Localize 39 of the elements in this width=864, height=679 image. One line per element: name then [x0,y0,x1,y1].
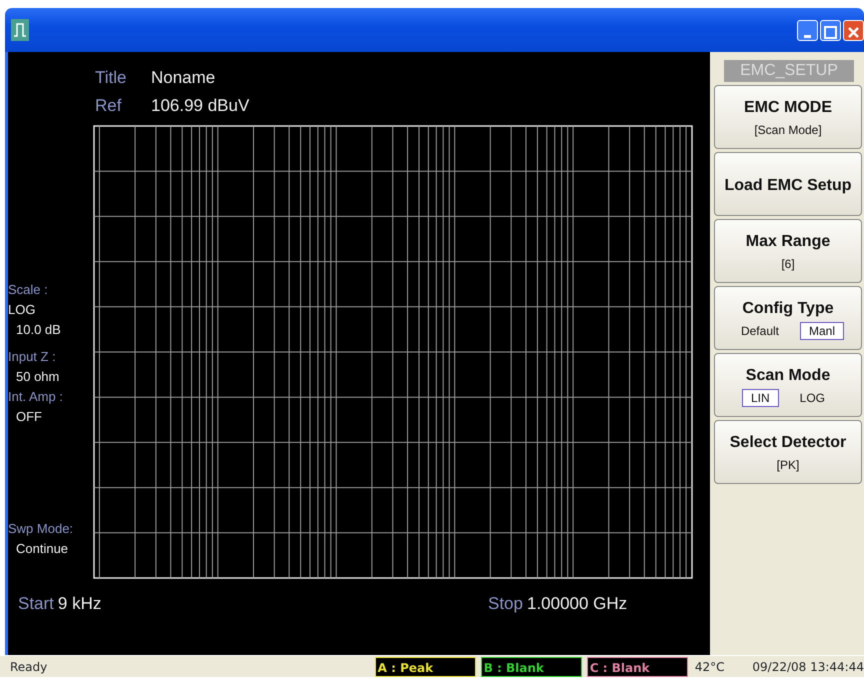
trace-status: C : Blank [586,656,688,676]
param-value: 50 ohm [15,368,60,386]
softkey-button[interactable]: Max Range [6] [714,219,862,283]
field-label: Title [95,67,128,89]
softkey-button[interactable]: Scan Mode LIN LOG [714,353,862,417]
param-label: Swp Mode: [8,520,74,538]
temperature-text: 42°C [694,658,726,676]
option-label: Default [740,323,780,340]
param-value: 10.0 dB [15,321,61,339]
field-label: Ref [95,95,122,117]
close-button[interactable] [843,20,864,40]
option-label: Manl [800,322,844,340]
maximize-button[interactable] [820,20,841,40]
param-label: Scale : [8,281,49,299]
softkey-button[interactable]: Select Detector [PK] [714,420,862,484]
datetime-text: 09/22/08 13:44:44 [752,658,864,676]
option-label: LOG [798,390,826,407]
param-label: Int. Amp : [8,388,64,406]
trace-status: B : Blank [480,656,582,676]
status-message: Ready [9,658,48,676]
minimize-icon [804,34,811,38]
param-label: Input Z : [8,348,57,366]
menu-title: EMC_SETUP [724,60,854,82]
app-icon [11,19,29,41]
option-label: LIN [742,389,779,407]
field-value: 106.99 dBuV [151,96,250,115]
softkey-button[interactable]: EMC MODE [Scan Mode] [714,85,862,149]
field-value: 9 kHz [58,594,102,613]
param-value: OFF [15,408,42,426]
softkey-button[interactable]: Config Type Default Manl [714,286,862,350]
param-value: Continue [15,540,68,558]
trace-status: A : Peak [374,656,476,676]
minimize-button[interactable] [797,20,818,40]
field-label: Stop [488,594,523,613]
field-label: Start [18,594,54,613]
param-value: LOG [8,301,36,319]
field-value: 1.00000 GHz [526,594,628,613]
softkey-button[interactable]: Load EMC Setup [714,152,862,216]
field-value: Noname [151,68,216,87]
